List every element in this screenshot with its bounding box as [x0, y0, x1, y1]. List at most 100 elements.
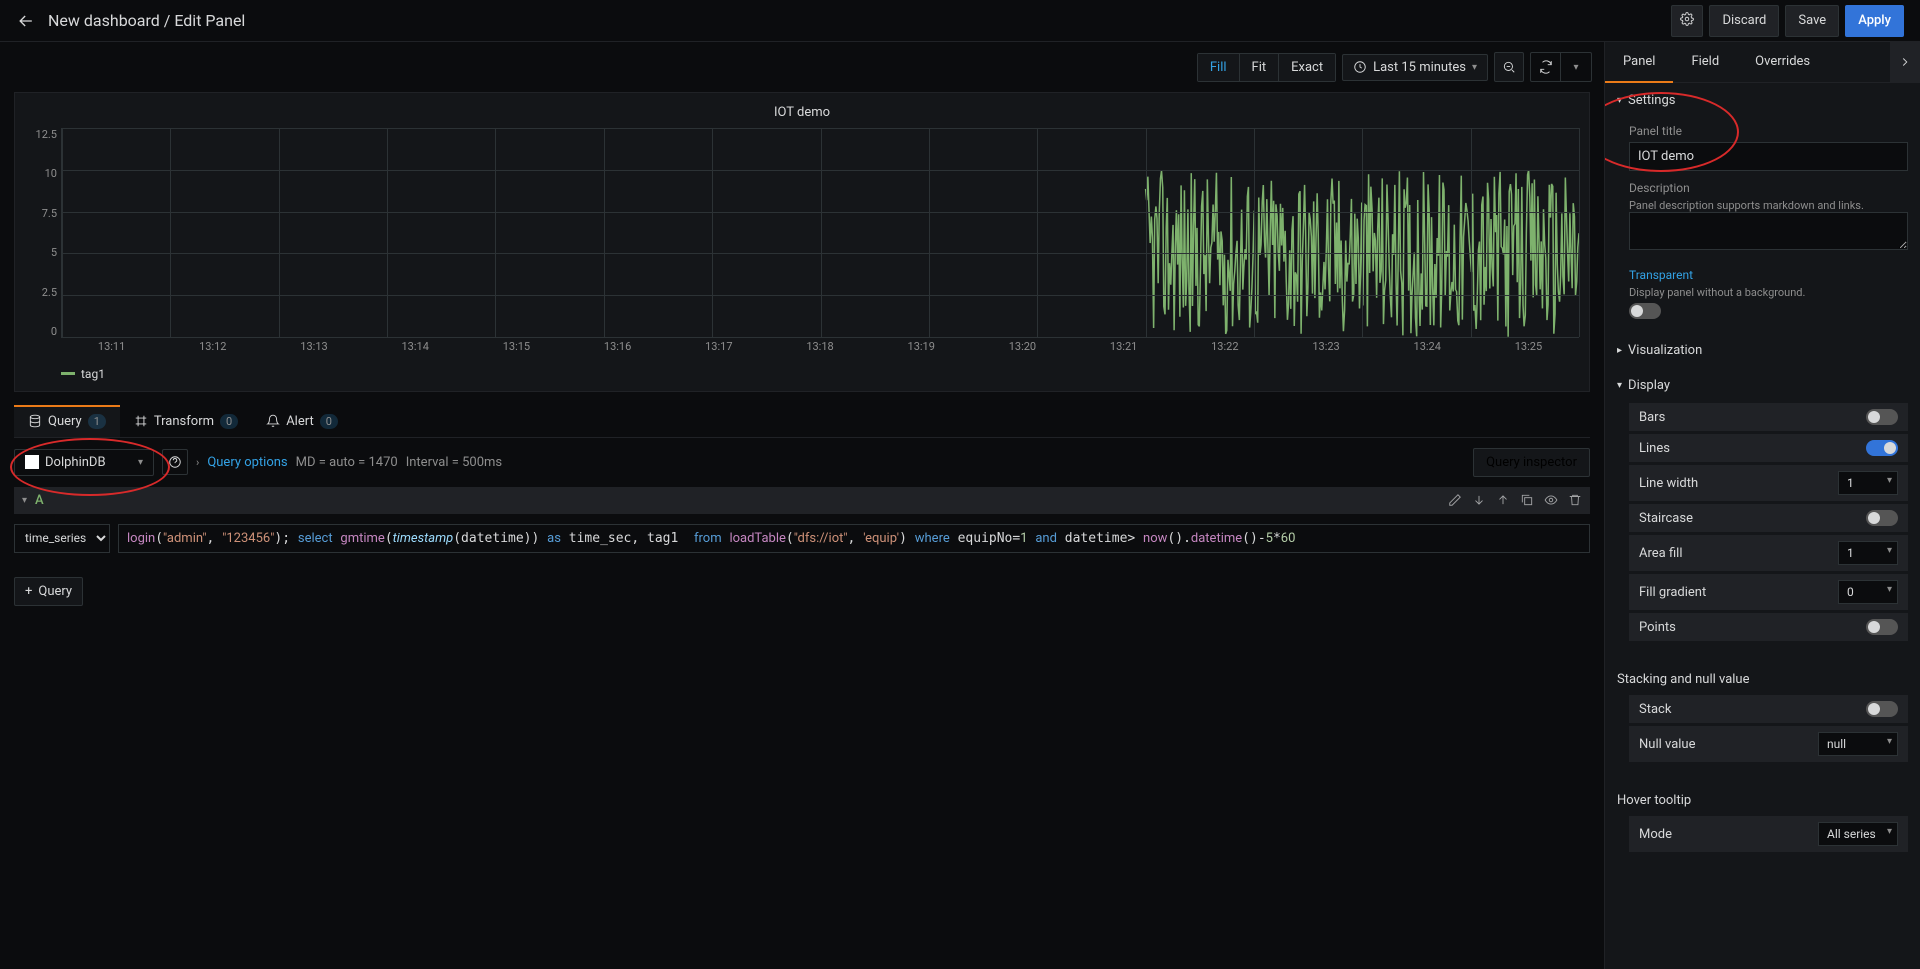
chart-panel: IOT demo 12.5107.552.50 13:1113:1213:131… — [14, 92, 1590, 392]
bars-toggle[interactable] — [1866, 409, 1898, 425]
query-tabs: Query 1 Transform 0 Alert 0 — [14, 406, 1590, 438]
x-axis: 13:1113:1213:1313:1413:1513:1613:1713:18… — [61, 340, 1579, 358]
duplicate-icon[interactable] — [1520, 493, 1534, 507]
tab-query[interactable]: Query 1 — [14, 406, 120, 437]
query-editor[interactable]: login("admin", "123456"); select gmtime(… — [118, 524, 1590, 553]
settings-section-header[interactable]: ▾ Settings — [1605, 83, 1920, 118]
staircase-row: Staircase — [1629, 504, 1908, 532]
zoom-out-button[interactable] — [1494, 52, 1524, 82]
description-label: Description — [1629, 181, 1908, 195]
chart-legend: tag1 — [25, 358, 1579, 381]
points-row: Points — [1629, 613, 1908, 641]
stack-row: Stack — [1629, 695, 1908, 723]
datasource-help-button[interactable] — [162, 449, 188, 475]
refresh-interval-dropdown[interactable]: ▾ — [1561, 53, 1591, 81]
plus-icon: + — [25, 584, 32, 599]
clock-icon — [1353, 60, 1367, 74]
chevron-right-icon: ▸ — [1617, 345, 1622, 356]
expand-panel-button[interactable] — [1890, 42, 1920, 82]
chart-title: IOT demo — [25, 101, 1579, 128]
tab-panel[interactable]: Panel — [1605, 42, 1673, 83]
query-options-link[interactable]: Query options — [207, 455, 287, 470]
tab-field[interactable]: Field — [1673, 42, 1737, 82]
time-range-label: Last 15 minutes — [1373, 60, 1466, 75]
panel-toolbar: Fill Fit Exact Last 15 minutes ▾ ▾ — [0, 42, 1604, 92]
display-section-header[interactable]: ▾ Display — [1605, 368, 1920, 403]
format-select[interactable]: time_series — [14, 524, 110, 553]
hover-mode-select[interactable]: All series — [1818, 822, 1898, 846]
tab-transform[interactable]: Transform 0 — [120, 406, 252, 437]
transform-icon — [134, 414, 148, 428]
time-range-picker[interactable]: Last 15 minutes ▾ — [1342, 54, 1488, 81]
tab-alert[interactable]: Alert 0 — [252, 406, 352, 437]
plot-area[interactable]: 12.5107.552.50 13:1113:1213:1313:1413:15… — [25, 128, 1579, 358]
refresh-button-group: ▾ — [1530, 52, 1592, 82]
points-toggle[interactable] — [1866, 619, 1898, 635]
chevron-down-icon: ▾ — [1472, 62, 1477, 73]
back-arrow-icon[interactable] — [16, 11, 36, 31]
panel-title-label: Panel title — [1629, 124, 1908, 138]
stack-toggle[interactable] — [1866, 701, 1898, 717]
move-up-icon[interactable] — [1496, 493, 1510, 507]
tab-overrides[interactable]: Overrides — [1737, 42, 1828, 82]
area-fill-row: Area fill 1 — [1629, 535, 1908, 571]
line-width-select[interactable]: 1 — [1838, 471, 1898, 495]
view-exact[interactable]: Exact — [1279, 54, 1335, 81]
query-body: time_series login("admin", "123456"); se… — [14, 514, 1590, 563]
view-fill[interactable]: Fill — [1198, 54, 1240, 81]
view-fit[interactable]: Fit — [1240, 54, 1280, 81]
hover-header: Hover tooltip — [1605, 779, 1920, 816]
right-tabs: Panel Field Overrides — [1605, 42, 1920, 83]
trash-icon[interactable] — [1568, 493, 1582, 507]
query-row-header[interactable]: ▾ A — [14, 487, 1590, 514]
legend-swatch — [61, 372, 75, 375]
apply-button[interactable]: Apply — [1845, 5, 1904, 37]
transparent-label: Transparent — [1629, 268, 1908, 282]
staircase-toggle[interactable] — [1866, 510, 1898, 526]
panel-title-input[interactable] — [1629, 142, 1908, 171]
add-query-button[interactable]: + Query — [14, 577, 83, 606]
legend-label: tag1 — [81, 367, 105, 381]
database-icon — [28, 414, 42, 428]
hover-mode-row: Mode All series — [1629, 816, 1908, 852]
chevron-down-icon: ▾ — [138, 457, 143, 468]
md-info: MD = auto = 1470 — [296, 455, 398, 470]
chevron-down-icon: ▾ — [22, 495, 27, 506]
bars-row: Bars — [1629, 403, 1908, 431]
datasource-select[interactable]: DolphinDB ▾ — [14, 449, 154, 476]
stacking-header: Stacking and null value — [1605, 658, 1920, 695]
visualization-section-header[interactable]: ▸ Visualization — [1605, 333, 1920, 368]
panel-settings-button[interactable] — [1671, 5, 1703, 37]
fill-gradient-select[interactable]: 0 — [1838, 580, 1898, 604]
options-panel: Panel Field Overrides ▾ Settings Panel t… — [1604, 42, 1920, 969]
edit-icon[interactable] — [1448, 493, 1462, 507]
query-letter: A — [35, 493, 44, 508]
transparent-hint: Display panel without a background. — [1629, 286, 1908, 299]
discard-button[interactable]: Discard — [1709, 5, 1779, 37]
chevron-down-icon: ▾ — [1617, 95, 1622, 106]
legend-item[interactable]: tag1 — [61, 367, 105, 381]
view-mode-group: Fill Fit Exact — [1197, 53, 1336, 82]
description-input[interactable] — [1629, 212, 1908, 250]
topbar: New dashboard / Edit Panel Discard Save … — [0, 0, 1920, 42]
fill-gradient-row: Fill gradient 0 — [1629, 574, 1908, 610]
description-hint: Panel description supports markdown and … — [1629, 199, 1908, 212]
bell-icon — [266, 414, 280, 428]
lines-toggle[interactable] — [1866, 440, 1898, 456]
lines-row: Lines — [1629, 434, 1908, 462]
chart-grid — [61, 128, 1579, 338]
save-button[interactable]: Save — [1785, 5, 1839, 37]
transparent-toggle[interactable] — [1629, 303, 1661, 319]
datasource-logo-icon — [25, 455, 39, 469]
null-value-select[interactable]: null — [1818, 732, 1898, 756]
move-down-icon[interactable] — [1472, 493, 1486, 507]
null-value-row: Null value null — [1629, 726, 1908, 762]
query-bar: DolphinDB ▾ › Query options MD = auto = … — [14, 438, 1590, 487]
eye-icon[interactable] — [1544, 493, 1558, 507]
chevron-down-icon: ▾ — [1617, 380, 1622, 391]
refresh-button[interactable] — [1531, 53, 1561, 81]
area-fill-select[interactable]: 1 — [1838, 541, 1898, 565]
breadcrumb: New dashboard / Edit Panel — [48, 11, 1671, 30]
y-axis: 12.5107.552.50 — [25, 128, 57, 338]
query-inspector-button[interactable]: Query inspector — [1473, 448, 1590, 477]
